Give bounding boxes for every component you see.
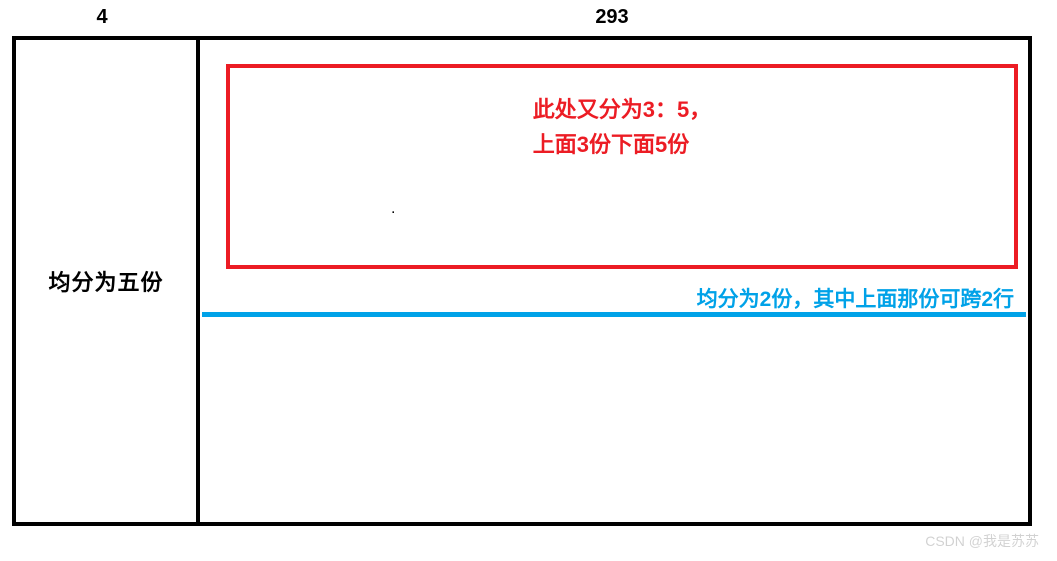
header-right-label: 293 xyxy=(192,6,1032,29)
vertical-divider xyxy=(196,40,200,522)
red-annotation-box: 此处又分为3：5， 上面3份下面5份 xyxy=(226,64,1018,269)
blue-divider-line xyxy=(202,312,1026,317)
red-line-1: 此处又分为3：5， xyxy=(533,92,711,127)
dot-mark: . xyxy=(391,200,395,218)
header-left-label: 4 xyxy=(12,6,192,29)
red-annotation-text: 此处又分为3：5， 上面3份下面5份 xyxy=(533,92,711,162)
left-panel-label: 均分为五份 xyxy=(16,265,196,297)
blue-annotation-text: 均分为2份，其中上面那份可跨2行 xyxy=(697,283,1014,313)
header-row: 4 293 xyxy=(12,0,1032,36)
outer-container: 均分为五份 此处又分为3：5， 上面3份下面5份 . 均分为2份，其中上面那份可… xyxy=(12,36,1032,526)
watermark: CSDN @我是苏苏 xyxy=(925,531,1039,551)
red-line-2: 上面3份下面5份 xyxy=(533,127,711,162)
